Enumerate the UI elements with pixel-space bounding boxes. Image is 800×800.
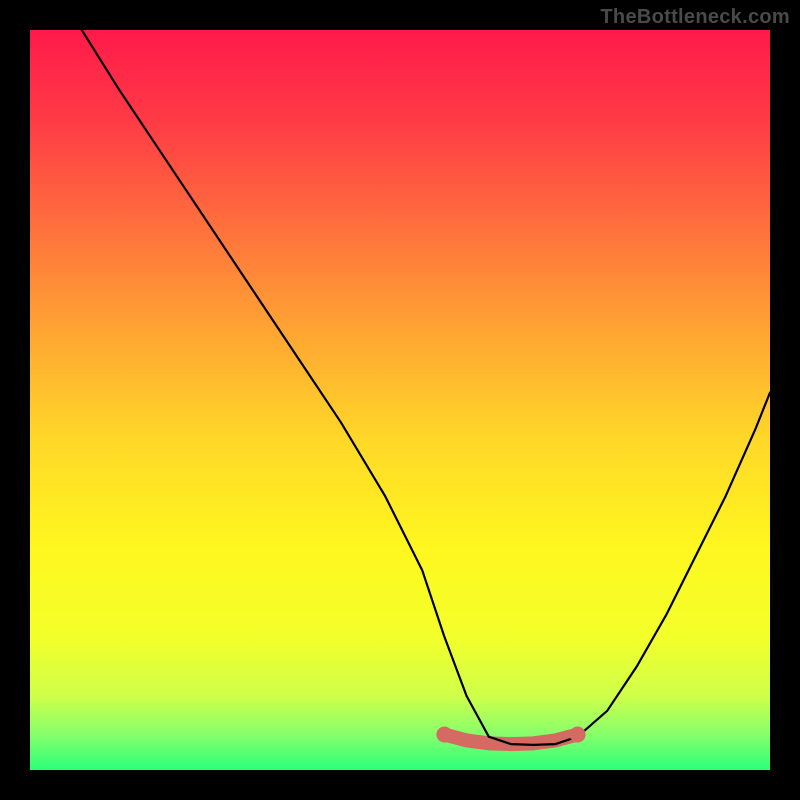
attribution-link[interactable]: TheBottleneck.com: [600, 6, 790, 29]
chart-frame: TheBottleneck.com: [0, 0, 800, 800]
gradient-background: [30, 30, 770, 770]
plot-area: [30, 30, 770, 770]
